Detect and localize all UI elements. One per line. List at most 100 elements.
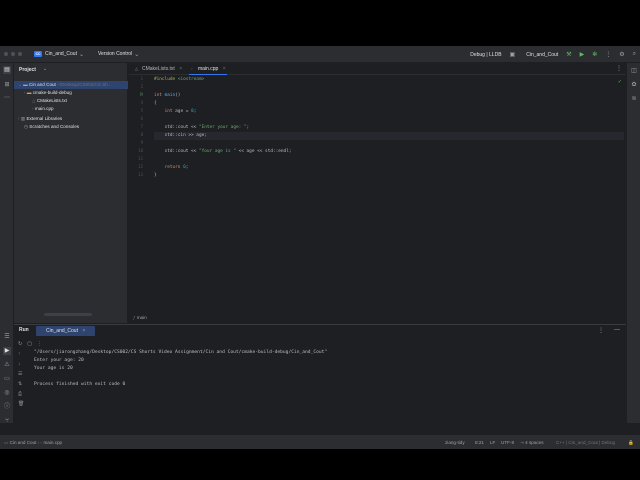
cpp-file-icon: ▫ (32, 106, 34, 111)
code-line: int main() (154, 93, 181, 98)
database-icon[interactable]: ≋ (630, 95, 638, 103)
status-path-root: Cin and Cout (9, 440, 37, 445)
panel-title: Project (19, 67, 36, 73)
close-icon[interactable]: × (223, 66, 226, 72)
window-controls[interactable] (4, 52, 22, 56)
tree-item-main-cpp[interactable]: ▫ main.cpp (32, 105, 54, 113)
run-side-toolbar: ↑ ↓ ☰ ⇅ ⎙ 🗑 (18, 351, 26, 411)
line-number: 10 (138, 148, 143, 153)
trash-icon[interactable]: 🗑 (18, 401, 26, 411)
project-tool-icon[interactable]: ▤ (3, 66, 11, 74)
line-gutter: 1 2 3 4 5 6 7 8 9 10 11 12 13 ▷ (129, 76, 151, 306)
target-selector[interactable]: Cin_and_Cout (526, 52, 558, 58)
tree-item-external-libraries[interactable]: › ▥ External Libraries (18, 115, 62, 123)
status-context[interactable]: C++ | Cin_and_Cout | Debug (556, 435, 615, 449)
rerun-icon[interactable]: ↻ (18, 341, 22, 347)
lock-icon[interactable]: 🔒 (628, 435, 634, 449)
build-icon[interactable]: ⚒ (566, 51, 571, 58)
tree-item-label: Scratches and Consoles (29, 124, 80, 129)
line-number: 2 (140, 84, 143, 89)
chevron-down-icon: ⌄ (134, 51, 140, 58)
project-name[interactable]: Cin_and_Cout (45, 51, 77, 57)
run-gutter-icon[interactable]: ▷ (140, 91, 143, 96)
status-indent[interactable]: ⇥ 4 spaces (520, 435, 544, 449)
notifications-icon[interactable]: ◫ (630, 67, 638, 75)
vcs-menu[interactable]: Version Control (98, 51, 132, 57)
ai-assistant-icon[interactable]: ✿ (630, 81, 638, 89)
folder-icon: ▬ (23, 82, 28, 87)
tree-root-path: ~/Desktop/CS002/CS Sh... (57, 82, 112, 87)
tree-item-cmake-build-debug[interactable]: › ▬ cmake-build-debug (24, 89, 72, 97)
project-panel: Project ⌄ ⌄ ▬ Cin and Cout ~/Desktop/CS0… (14, 63, 128, 323)
more-icon[interactable]: ⋮ (598, 327, 604, 334)
status-user[interactable]: ziang-tidy (445, 435, 465, 449)
list-tool-icon[interactable]: ☰ (3, 333, 11, 341)
print-icon[interactable]: ⎙ (18, 391, 26, 401)
line-number: 7 (140, 124, 143, 129)
stop-icon[interactable]: ▢ (27, 341, 32, 347)
line-number: 13 (138, 172, 143, 177)
problems-tool-icon[interactable]: ⓘ (3, 403, 11, 411)
cmake-file-icon: △ (32, 98, 36, 103)
tab-cmakelists[interactable]: △ CMakeLists.txt × (133, 63, 182, 75)
line-number: 9 (140, 140, 143, 145)
run-config-selector[interactable]: Debug | LLDB (470, 52, 501, 58)
code-line: std::cout << "Enter your age: "; (154, 125, 250, 130)
warning-tool-icon[interactable]: ⚠ (3, 361, 11, 369)
console-line: Enter your age: 20 (34, 358, 84, 363)
more-icon[interactable]: ⋮ (605, 51, 611, 58)
line-number: 5 (140, 108, 143, 113)
close-icon[interactable]: × (82, 328, 85, 334)
inspection-ok-icon[interactable]: ✓ (618, 79, 622, 85)
code-line: std::cout << "Your age is " << age << st… (154, 149, 292, 154)
chevron-down-icon[interactable]: ⌄ (43, 66, 47, 72)
status-indent-label: 4 spaces (525, 440, 544, 445)
more-tabs-icon[interactable]: ⋮ (616, 65, 622, 72)
git-tool-icon[interactable]: ⑂ (3, 417, 11, 425)
status-cursor-position[interactable]: 8:21 (475, 435, 484, 449)
run-icon[interactable]: ▶ (580, 51, 585, 58)
run-tab[interactable]: Cin_and_Cout × (36, 326, 96, 336)
console-line: Process finished with exit code 0 (34, 382, 126, 387)
tree-item-cmakelists[interactable]: △ CMakeLists.txt (32, 97, 67, 105)
project-badge[interactable]: CC (34, 51, 42, 57)
close-icon[interactable]: × (179, 66, 182, 72)
tree-root[interactable]: ⌄ ▬ Cin and Cout ~/Desktop/CS002/CS Sh..… (14, 81, 128, 89)
wrap-icon[interactable]: ☰ (18, 371, 26, 381)
services-tool-icon[interactable]: ◎ (3, 389, 11, 397)
console-line: Your age is 20 (34, 366, 73, 371)
structure-tool-icon[interactable]: ⊞ (3, 81, 11, 89)
code-line: } (154, 173, 157, 178)
status-path[interactable]: ▭ Cin and Cout › ▫ main.cpp (4, 435, 62, 449)
horizontal-scrollbar[interactable] (44, 313, 92, 316)
minimize-icon[interactable]: — (614, 327, 620, 333)
run-tool-icon[interactable]: ▶ (3, 347, 11, 355)
tab-main-cpp[interactable]: ▫ main.cpp × (189, 63, 227, 75)
left-tool-strip: ▤ ⊞ ⋯ ☰ ▶ ⚠ ▭ ◎ ⓘ ⑂ (0, 63, 14, 425)
up-icon[interactable]: ↑ (18, 351, 26, 361)
run-panel-header: Run Cin_and_Cout × ⋮ — (14, 325, 626, 337)
search-icon[interactable]: ⌕ (633, 51, 636, 58)
down-icon[interactable]: ↓ (18, 361, 26, 371)
tab-label: main.cpp (198, 66, 219, 72)
status-encoding[interactable]: UTF-8 (501, 435, 514, 449)
more-tools-icon[interactable]: ⋯ (3, 94, 11, 102)
tab-label: CMakeLists.txt (142, 66, 175, 72)
terminal-tool-icon[interactable]: ▭ (3, 375, 11, 383)
ide-window: CC Cin_and_Cout ⌄ Version Control ⌄ Debu… (0, 46, 640, 449)
status-line-ending[interactable]: LF (490, 435, 495, 449)
settings-icon[interactable]: ⚙ (619, 51, 624, 58)
breadcrumb[interactable]: ƒ main (129, 314, 147, 322)
more-icon[interactable]: ⋮ (37, 341, 42, 347)
sort-icon[interactable]: ⇅ (18, 381, 26, 391)
right-tool-strip: ◫ ✿ ≋ (626, 63, 640, 423)
code-line: { (154, 101, 157, 106)
editor-tabs: △ CMakeLists.txt × ▫ main.cpp × ⋮ (129, 63, 626, 75)
run-panel-title: Run (19, 327, 29, 333)
debug-icon[interactable]: ✻ (592, 51, 597, 58)
folder-icon: ▭ (4, 440, 9, 445)
breadcrumb-label: main (136, 315, 147, 320)
tree-item-scratches[interactable]: ◷ Scratches and Consoles (24, 123, 79, 131)
line-number: 12 (138, 164, 143, 169)
run-toolbar: ↻ ▢ ⋮ (18, 341, 42, 347)
